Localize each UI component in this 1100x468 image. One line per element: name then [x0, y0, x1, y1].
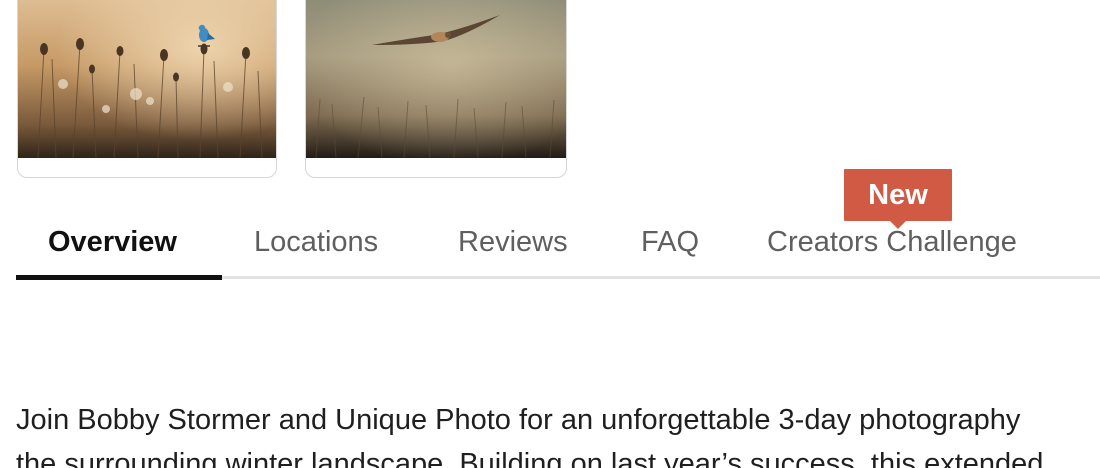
tab-reviews[interactable]: Reviews [458, 224, 568, 260]
gallery-card-2[interactable] [305, 0, 567, 178]
bird-photo[interactable] [18, 0, 276, 158]
gallery-card-1[interactable] [17, 0, 277, 178]
description-line-1: Join Bobby Stormer and Unique Photo for … [16, 404, 1021, 436]
overview-description: Join Bobby Stormer and Unique Photo for … [16, 398, 1100, 468]
active-tab-indicator [16, 275, 222, 280]
description-line-2: the surrounding winter landscape. Buildi… [16, 448, 1044, 468]
badge-pointer [890, 221, 906, 229]
new-badge-label: New [868, 179, 928, 211]
tab-faq[interactable]: FAQ [641, 224, 699, 260]
tab-creators-challenge[interactable]: Creators Challenge [767, 224, 1017, 260]
hawk-photo[interactable] [306, 0, 566, 158]
new-badge: New [844, 169, 952, 229]
tab-locations[interactable]: Locations [254, 224, 378, 260]
tab-overview[interactable]: Overview [48, 224, 177, 260]
